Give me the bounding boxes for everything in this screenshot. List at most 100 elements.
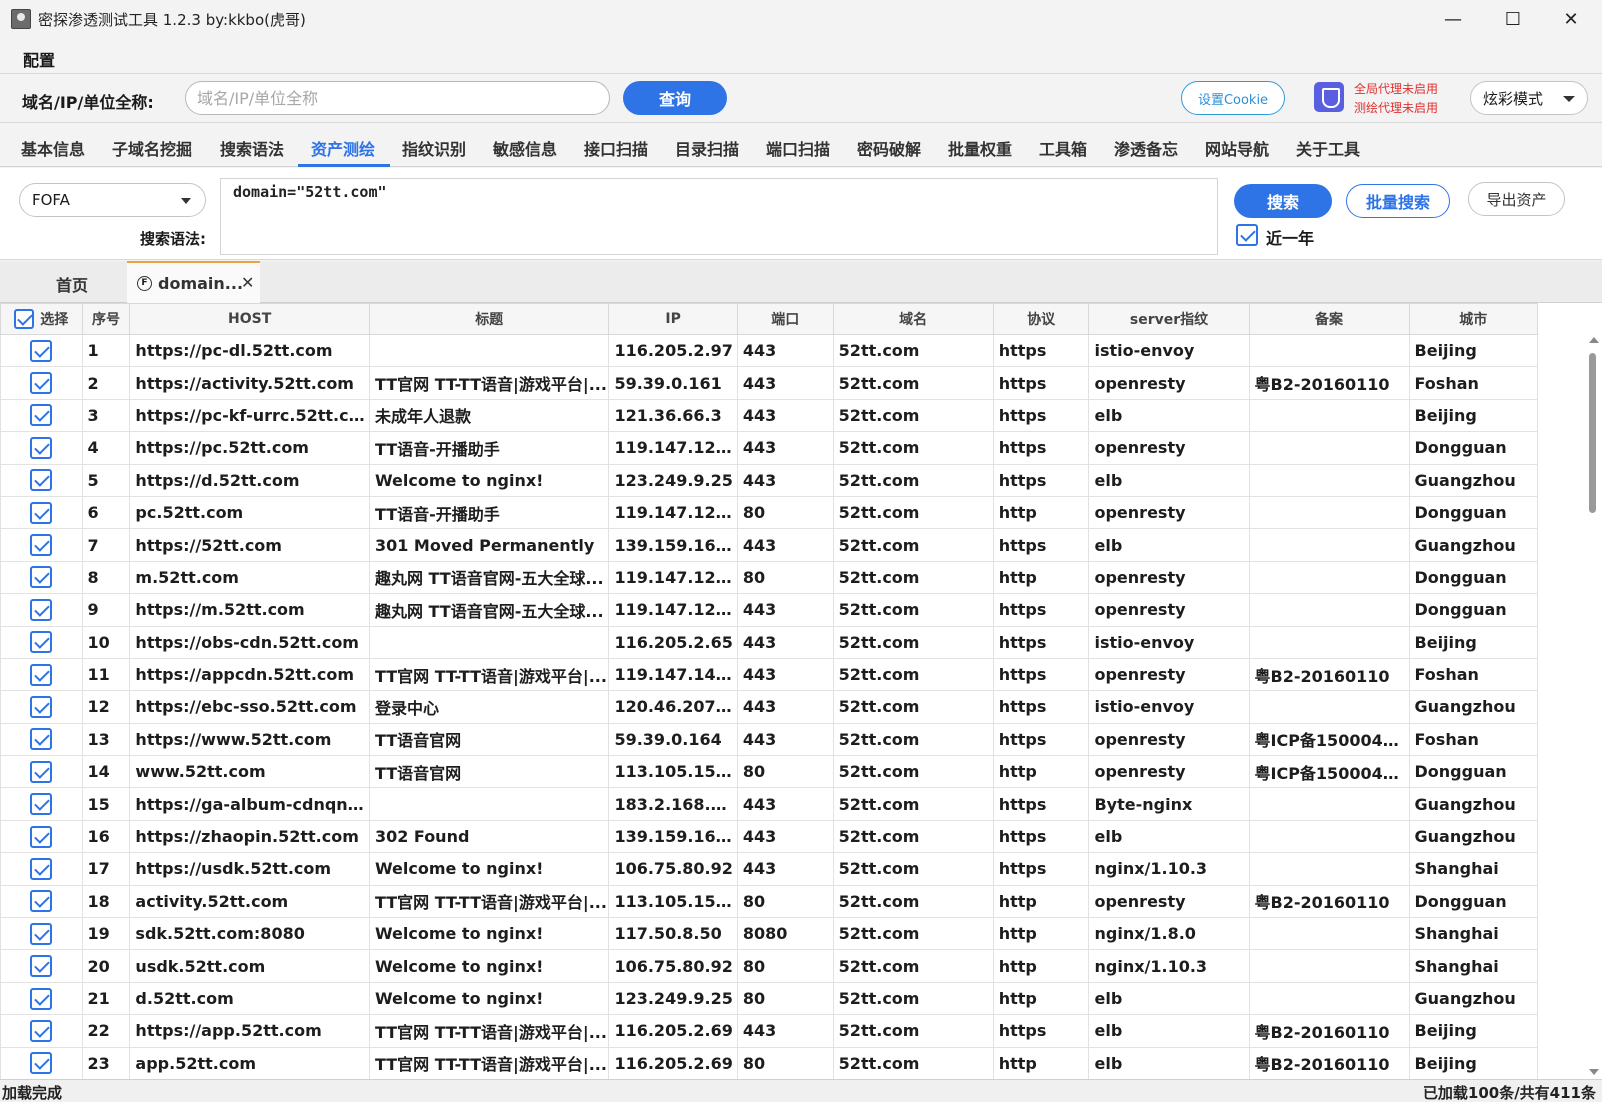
table-row[interactable]: 22 https://app.52tt.com TT官网 TT-TT语音|游戏平台|… <box>0 1014 1539 1048</box>
syntax-input[interactable]: domain="52tt.com" <box>220 178 1218 255</box>
table-row[interactable]: 1 https://pc-dl.52tt.com 116.205.2.97 443 52… <box>0 333 1539 368</box>
row-checkbox[interactable] <box>30 404 53 427</box>
mode-select[interactable]: 炫彩模式 <box>1470 81 1588 115</box>
tab-toolbox[interactable]: 工具箱 <box>1039 136 1087 160</box>
row-checkbox[interactable] <box>30 663 53 686</box>
tab-password-crack[interactable]: 密码破解 <box>857 136 921 160</box>
column-header-protocol[interactable]: 协议 <box>992 303 1090 335</box>
tab-basic-info[interactable]: 基本信息 <box>21 136 85 160</box>
table-row[interactable]: 7 https://52tt.com 301 Moved Permanently 13… <box>0 528 1539 562</box>
column-header-host[interactable]: HOST <box>129 303 370 335</box>
row-checkbox[interactable] <box>30 955 53 978</box>
row-checkbox[interactable] <box>30 760 53 783</box>
row-checkbox[interactable] <box>30 987 53 1010</box>
row-checkbox[interactable] <box>30 566 53 589</box>
maximize-button[interactable]: ☐ <box>1484 0 1542 38</box>
column-header-index[interactable]: 序号 <box>81 303 131 335</box>
table-row[interactable]: 15 https://ga-album-cdnqn.5... 183.2.168.1… <box>0 787 1539 821</box>
tab-sensitive-info[interactable]: 敏感信息 <box>493 136 557 160</box>
row-checkbox[interactable] <box>30 469 53 492</box>
row-checkbox[interactable] <box>30 1052 53 1075</box>
result-tab-home[interactable]: 首页 <box>56 272 88 296</box>
table-row[interactable]: 13 https://www.52tt.com TT语音官网 59.39.0.164 4… <box>0 722 1539 757</box>
table-row[interactable]: 9 https://m.52tt.com 趣丸网 TT语音官网-五大全球... 119… <box>0 593 1539 627</box>
table-row[interactable]: 10 https://obs-cdn.52tt.com 116.205.2.65 44… <box>0 625 1539 659</box>
tab-about[interactable]: 关于工具 <box>1296 136 1360 160</box>
row-checkbox[interactable] <box>30 695 53 718</box>
menu-config[interactable]: 配置 <box>23 47 55 71</box>
table-row[interactable]: 5 https://d.52tt.com Welcome to nginx! 123.… <box>0 463 1539 497</box>
tab-site-nav[interactable]: 网站导航 <box>1205 136 1269 160</box>
row-checkbox[interactable] <box>30 922 53 945</box>
column-header-title[interactable]: 标题 <box>368 303 610 335</box>
row-checkbox[interactable] <box>30 534 53 557</box>
tab-api-scan[interactable]: 接口扫描 <box>584 136 648 160</box>
row-checkbox[interactable] <box>30 501 53 524</box>
table-row[interactable]: 4 https://pc.52tt.com TT语音-开播助手 119.147.128… <box>0 431 1539 465</box>
table-row[interactable]: 18 activity.52tt.com TT官网 TT-TT语音|游戏平台|...… <box>0 884 1539 919</box>
select-all-checkbox[interactable] <box>14 309 35 329</box>
column-header-icp[interactable]: 备案 <box>1248 303 1410 335</box>
table-row[interactable]: 11 https://appcdn.52tt.com TT官网 TT-TT语音|游戏… <box>0 657 1539 692</box>
table-row[interactable]: 2 https://activity.52tt.com TT官网 TT-TT语音|游… <box>0 366 1539 400</box>
table-row[interactable]: 20 usdk.52tt.com Welcome to nginx! 106.75.8… <box>0 949 1539 983</box>
tab-search-syntax[interactable]: 搜索语法 <box>220 136 284 160</box>
export-assets-button[interactable]: 导出资产 <box>1468 182 1565 216</box>
close-icon[interactable]: ✕ <box>241 273 254 292</box>
scroll-down-icon[interactable] <box>1589 1069 1599 1075</box>
cell-title <box>368 787 610 821</box>
tab-batch-weight[interactable]: 批量权重 <box>948 136 1012 160</box>
minimize-button[interactable]: — <box>1424 0 1482 38</box>
row-checkbox[interactable] <box>30 631 53 654</box>
column-header-ip[interactable]: IP <box>608 303 738 335</box>
column-header-server[interactable]: server指纹 <box>1088 303 1250 335</box>
cell-domain: 52tt.com <box>832 981 994 1016</box>
column-header-select[interactable]: 选择 <box>0 303 83 335</box>
recent-year-checkbox[interactable] <box>1236 224 1258 246</box>
row-select-cell <box>0 398 83 433</box>
row-checkbox[interactable] <box>30 857 53 880</box>
shield-icon[interactable] <box>1314 82 1344 112</box>
column-header-domain[interactable]: 域名 <box>832 303 994 335</box>
cell-host: https://d.52tt.com <box>129 463 370 497</box>
cell-protocol: https <box>992 431 1090 465</box>
tab-fingerprint[interactable]: 指纹识别 <box>402 136 466 160</box>
table-row[interactable]: 19 sdk.52tt.com:8080 Welcome to nginx! 117.… <box>0 917 1539 951</box>
row-checkbox[interactable] <box>30 1019 53 1042</box>
table-row[interactable]: 12 https://ebc-sso.52tt.com 登录中心 120.46.207… <box>0 690 1539 724</box>
row-checkbox[interactable] <box>30 890 53 913</box>
engine-select[interactable]: FOFA <box>19 183 206 217</box>
table-row[interactable]: 6 pc.52tt.com TT语音-开播助手 119.147.128... 80 52t… <box>0 495 1539 530</box>
column-header-port[interactable]: 端口 <box>736 303 834 335</box>
row-checkbox[interactable] <box>30 825 53 848</box>
scroll-up-icon[interactable] <box>1589 337 1599 343</box>
table-row[interactable]: 3 https://pc-kf-urrc.52tt.com 未成年人退款 121.36… <box>0 398 1539 433</box>
column-header-city[interactable]: 城市 <box>1408 303 1539 335</box>
query-button[interactable]: 查询 <box>623 81 727 115</box>
close-window-button[interactable]: ✕ <box>1542 0 1600 38</box>
tab-dir-scan[interactable]: 目录扫描 <box>675 136 739 160</box>
row-checkbox[interactable] <box>30 339 53 362</box>
tab-pentest-notes[interactable]: 渗透备忘 <box>1114 136 1178 160</box>
table-row[interactable]: 8 m.52tt.com 趣丸网 TT语音官网-五大全球... 119.147.128… <box>0 560 1539 595</box>
vertical-scrollbar[interactable] <box>1584 333 1602 1079</box>
table-row[interactable]: 23 app.52tt.com TT官网 TT-TT语音|游戏平台|... 116.2… <box>0 1046 1539 1079</box>
tab-port-scan[interactable]: 端口扫描 <box>766 136 830 160</box>
search-button[interactable]: 搜索 <box>1234 184 1332 218</box>
row-checkbox[interactable] <box>30 728 53 751</box>
table-row[interactable]: 14 www.52tt.com TT语音官网 113.105.157... 80 52tt… <box>0 755 1539 789</box>
tab-asset-mapping[interactable]: 资产测绘 <box>311 136 375 160</box>
table-row[interactable]: 16 https://zhaopin.52tt.com 302 Found 139.1… <box>0 819 1539 854</box>
row-checkbox[interactable] <box>30 436 53 459</box>
tab-subdomain[interactable]: 子域名挖掘 <box>112 136 192 160</box>
row-checkbox[interactable] <box>30 372 53 395</box>
search-input[interactable] <box>185 81 610 115</box>
result-tab-domain[interactable]: F domain... ✕ <box>127 261 260 303</box>
row-checkbox[interactable] <box>30 598 53 621</box>
table-row[interactable]: 21 d.52tt.com Welcome to nginx! 123.249.9.2… <box>0 981 1539 1016</box>
scroll-thumb[interactable] <box>1589 353 1596 513</box>
batch-search-button[interactable]: 批量搜索 <box>1346 184 1450 218</box>
set-cookie-button[interactable]: 设置Cookie <box>1181 81 1285 115</box>
row-checkbox[interactable] <box>30 793 53 816</box>
table-row[interactable]: 17 https://usdk.52tt.com Welcome to nginx!… <box>0 852 1539 886</box>
